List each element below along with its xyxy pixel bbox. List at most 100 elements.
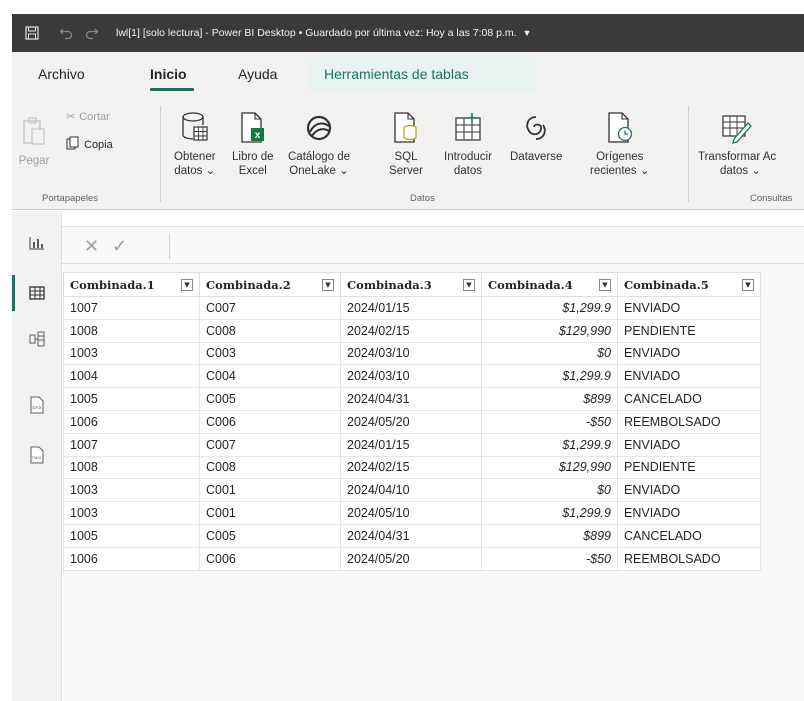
formula-confirm-icon[interactable]: ✓ <box>112 236 127 257</box>
get-data-button[interactable]: Obtener datos ⌄ <box>174 106 216 178</box>
table-cell[interactable]: $1,299.9 <box>481 501 618 525</box>
table-cell[interactable]: $1,299.9 <box>481 364 618 389</box>
model-view-icon[interactable] <box>12 321 62 357</box>
table-cell[interactable]: 2024/04/31 <box>340 523 482 548</box>
filter-dropdown-icon[interactable]: ▼ <box>463 278 475 291</box>
table-cell[interactable]: $899 <box>481 523 618 548</box>
table-cell[interactable]: 1008 <box>63 318 200 343</box>
table-cell[interactable]: 2024/04/10 <box>340 478 482 503</box>
excel-workbook-button[interactable]: x Libro de Excel <box>232 106 274 178</box>
save-icon[interactable] <box>22 23 42 43</box>
redo-icon[interactable] <box>82 23 102 43</box>
cut-button[interactable]: ✂ Cortar <box>66 110 110 124</box>
table-cell[interactable]: C006 <box>199 546 341 571</box>
sql-server-button[interactable]: SQL Server <box>386 106 426 178</box>
onelake-catalog-button[interactable]: Catálogo de OneLake ⌄ <box>288 106 350 178</box>
table-cell[interactable]: ENVIADO <box>617 478 761 503</box>
table-cell[interactable]: 1003 <box>63 341 200 366</box>
table-row[interactable]: 1008 C008 2024/02/15 $129,990 PENDIENTE <box>63 455 761 480</box>
table-cell[interactable]: PENDIENTE <box>617 318 761 343</box>
table-row[interactable]: 1006 C006 2024/05/20 -$50 REEMBOLSADO <box>63 546 761 571</box>
column-header[interactable]: Combinada.3 ▼ <box>340 272 482 297</box>
table-row[interactable]: 1006 C006 2024/05/20 -$50 REEMBOLSADO <box>63 409 761 434</box>
table-cell[interactable]: C001 <box>199 478 341 503</box>
enter-data-button[interactable]: Introducir datos <box>444 106 492 178</box>
table-cell[interactable]: REEMBOLSADO <box>617 546 761 571</box>
table-cell[interactable]: C007 <box>199 432 341 457</box>
filter-dropdown-icon[interactable]: ▼ <box>181 278 193 291</box>
table-cell[interactable]: ENVIADO <box>617 341 761 366</box>
recent-sources-button[interactable]: Orígenes recientes ⌄ <box>590 106 650 178</box>
table-cell[interactable]: 2024/05/10 <box>340 501 482 525</box>
table-cell[interactable]: ENVIADO <box>617 432 761 457</box>
table-cell[interactable]: -$50 <box>481 546 618 571</box>
copy-button[interactable]: Copia <box>66 136 113 153</box>
table-row[interactable]: 1008 C008 2024/02/15 $129,990 PENDIENTE <box>63 318 761 343</box>
report-view-icon[interactable] <box>12 225 62 261</box>
table-cell[interactable]: 1003 <box>63 501 200 525</box>
table-cell[interactable]: $1,299.9 <box>481 432 618 457</box>
table-cell[interactable]: 1006 <box>63 546 200 571</box>
table-row[interactable]: 1007 C007 2024/01/15 $1,299.9 ENVIADO <box>63 432 761 457</box>
title-dropdown-icon[interactable]: ▼ <box>523 28 532 38</box>
table-cell[interactable]: 1007 <box>63 296 200 320</box>
table-row[interactable]: 1003 C001 2024/05/10 $1,299.9 ENVIADO <box>63 501 761 525</box>
table-row[interactable]: 1005 C005 2024/04/31 $899 CANCELADO <box>63 387 761 411</box>
tab-herramientas-de-tablas[interactable]: Herramientas de tablas <box>324 66 469 82</box>
table-row[interactable]: 1004 C004 2024/03/10 $1,299.9 ENVIADO <box>63 364 761 389</box>
table-cell[interactable]: $129,990 <box>481 318 618 343</box>
table-cell[interactable]: C005 <box>199 523 341 548</box>
table-cell[interactable]: C004 <box>199 364 341 389</box>
table-cell[interactable]: C005 <box>199 387 341 411</box>
column-header[interactable]: Combinada.2 ▼ <box>199 272 341 297</box>
table-cell[interactable]: 2024/02/15 <box>340 318 482 343</box>
table-cell[interactable]: 1005 <box>63 523 200 548</box>
table-cell[interactable]: CANCELADO <box>617 387 761 411</box>
table-cell[interactable]: C008 <box>199 455 341 480</box>
paste-button[interactable]: Pegar <box>14 110 54 168</box>
tab-ayuda[interactable]: Ayuda <box>238 66 277 82</box>
table-cell[interactable]: -$50 <box>481 409 618 434</box>
formula-cancel-icon[interactable]: ✕ <box>84 236 99 257</box>
table-cell[interactable]: ENVIADO <box>617 364 761 389</box>
table-cell[interactable]: $899 <box>481 387 618 411</box>
table-cell[interactable]: 2024/05/20 <box>340 409 482 434</box>
table-cell[interactable]: 2024/01/15 <box>340 296 482 320</box>
table-cell[interactable]: 1006 <box>63 409 200 434</box>
tmdl-view-icon[interactable]: TMDL <box>12 437 62 473</box>
table-row[interactable]: 1007 C007 2024/01/15 $1,299.9 ENVIADO <box>63 296 761 320</box>
column-header[interactable]: Combinada.1 ▼ <box>63 272 200 297</box>
table-cell[interactable]: ENVIADO <box>617 296 761 320</box>
dax-query-icon[interactable]: DAX <box>12 387 62 423</box>
tab-archivo[interactable]: Archivo <box>38 66 85 82</box>
undo-icon[interactable] <box>56 23 76 43</box>
column-header[interactable]: Combinada.5 ▼ <box>617 272 761 297</box>
table-cell[interactable]: 2024/03/10 <box>340 364 482 389</box>
table-cell[interactable]: 1008 <box>63 455 200 480</box>
table-cell[interactable]: C001 <box>199 501 341 525</box>
table-cell[interactable]: C006 <box>199 409 341 434</box>
table-cell[interactable]: 1007 <box>63 432 200 457</box>
table-cell[interactable]: 2024/02/15 <box>340 455 482 480</box>
filter-dropdown-icon[interactable]: ▼ <box>322 278 334 291</box>
table-row[interactable]: 1003 C001 2024/04/10 $0 ENVIADO <box>63 478 761 503</box>
table-cell[interactable]: C008 <box>199 318 341 343</box>
table-cell[interactable]: 1004 <box>63 364 200 389</box>
table-cell[interactable]: 2024/01/15 <box>340 432 482 457</box>
table-cell[interactable]: ENVIADO <box>617 501 761 525</box>
table-row[interactable]: 1005 C005 2024/04/31 $899 CANCELADO <box>63 523 761 548</box>
table-cell[interactable]: C003 <box>199 341 341 366</box>
column-header[interactable]: Combinada.4 ▼ <box>481 272 618 297</box>
table-cell[interactable]: 2024/04/31 <box>340 387 482 411</box>
table-cell[interactable]: $129,990 <box>481 455 618 480</box>
table-row[interactable]: 1003 C003 2024/03/10 $0 ENVIADO <box>63 341 761 366</box>
table-cell[interactable]: 1005 <box>63 387 200 411</box>
table-cell[interactable]: REEMBOLSADO <box>617 409 761 434</box>
table-view-icon[interactable] <box>12 275 62 311</box>
table-cell[interactable]: PENDIENTE <box>617 455 761 480</box>
table-cell[interactable]: $0 <box>481 478 618 503</box>
table-cell[interactable]: $1,299.9 <box>481 296 618 320</box>
dataverse-button[interactable]: Dataverse <box>510 106 562 164</box>
table-cell[interactable]: CANCELADO <box>617 523 761 548</box>
filter-dropdown-icon[interactable]: ▼ <box>599 278 611 291</box>
